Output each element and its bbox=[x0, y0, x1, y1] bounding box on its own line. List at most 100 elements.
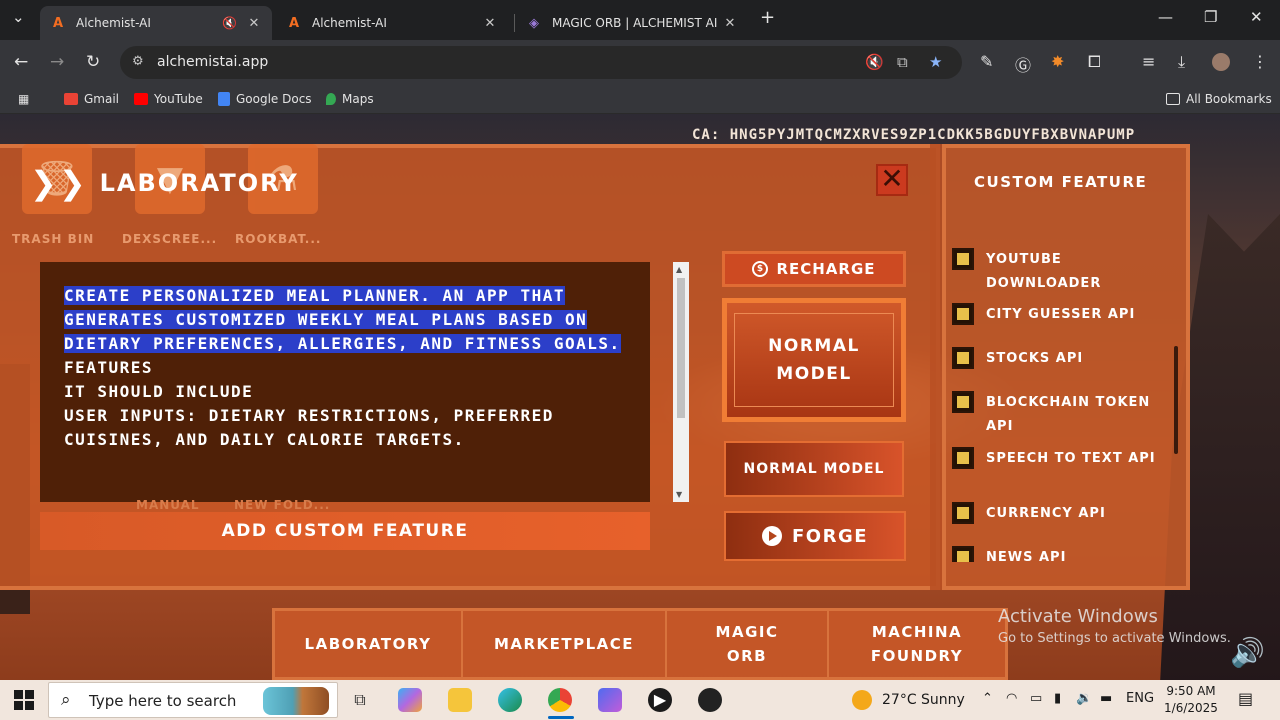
menu-kebab-icon[interactable]: ⋮ bbox=[1252, 52, 1268, 71]
minimize-icon[interactable]: — bbox=[1158, 8, 1173, 26]
show-hidden-icons-icon[interactable]: ⌃ bbox=[982, 691, 993, 706]
custom-feature-scrollbar[interactable] bbox=[1174, 346, 1178, 454]
forward-icon[interactable]: → bbox=[50, 52, 64, 72]
custom-feature-item[interactable]: CITY GUESSER API bbox=[952, 303, 1156, 327]
desktop-app-label[interactable]: TRASH BIN bbox=[12, 232, 94, 246]
battery-icon[interactable]: ▬ bbox=[1100, 691, 1112, 706]
all-bookmarks[interactable]: All Bookmarks bbox=[1166, 92, 1272, 106]
tab-alchemist-active[interactable]: A Alchemist-AI 🔇 ✕ bbox=[40, 6, 272, 40]
close-window-icon[interactable]: ✕ bbox=[1250, 8, 1263, 26]
add-custom-feature-button[interactable]: ADD CUSTOM FEATURE bbox=[40, 512, 650, 550]
nav-magic-orb[interactable]: MAGIC ORB bbox=[667, 611, 827, 677]
normal-model-option[interactable]: NORMAL MODEL bbox=[724, 441, 904, 497]
network-icon[interactable]: ◠ bbox=[1006, 691, 1017, 706]
feature-checkbox[interactable] bbox=[952, 347, 974, 369]
desktop-app-label[interactable]: ROOKBAT... bbox=[235, 232, 321, 246]
meet-now-icon[interactable]: ▭ bbox=[1030, 691, 1042, 706]
feature-label: YOUTUBE DOWNLOADER bbox=[986, 252, 1102, 291]
custom-feature-item[interactable]: NEWS API bbox=[952, 546, 1156, 562]
prompt-textarea[interactable]: CREATE PERSONALIZED MEAL PLANNER. AN APP… bbox=[40, 262, 689, 502]
bookmark-star-icon[interactable]: ★ bbox=[929, 53, 942, 71]
tab-magic-orb[interactable]: ◈ MAGIC ORB | ALCHEMIST AI DO ✕ bbox=[516, 6, 748, 40]
apps-grid-icon[interactable]: ▦ bbox=[18, 92, 29, 106]
speaker-overlay-icon[interactable]: 🔊 bbox=[1230, 636, 1266, 670]
copilot-app-icon[interactable] bbox=[598, 688, 622, 712]
tab-title: MAGIC ORB | ALCHEMIST AI DO bbox=[552, 16, 722, 30]
extensions-puzzle-icon[interactable]: ⧠ bbox=[1088, 52, 1101, 72]
textarea-scrollbar[interactable]: ▲ ▼ bbox=[673, 262, 689, 502]
feature-checkbox[interactable] bbox=[952, 447, 974, 469]
clock-time: 9:50 AM bbox=[1166, 684, 1216, 698]
downloads-icon[interactable]: ⤓ bbox=[1178, 52, 1185, 72]
feature-checkbox[interactable] bbox=[952, 502, 974, 524]
desktop-app-label[interactable]: DEXSCREE... bbox=[122, 232, 217, 246]
bookmark-google-docs[interactable]: Google Docs bbox=[218, 92, 312, 106]
close-laboratory-button[interactable]: ✕ bbox=[876, 164, 908, 196]
profile-avatar[interactable] bbox=[1212, 53, 1230, 71]
browser-tab-bar: ⌄ A Alchemist-AI 🔇 ✕ A Alchemist-AI ✕ ◈ … bbox=[0, 0, 1280, 40]
feature-label: NEWS API bbox=[986, 550, 1067, 562]
bookmark-maps[interactable]: Maps bbox=[326, 92, 374, 106]
bookmark-gmail[interactable]: Gmail bbox=[64, 92, 119, 106]
nav-laboratory[interactable]: LABORATORY bbox=[275, 611, 461, 677]
custom-feature-item[interactable]: SPEECH TO TEXT API bbox=[952, 447, 1156, 471]
install-app-icon[interactable]: ⧉ bbox=[897, 53, 908, 71]
close-tab-icon[interactable]: ✕ bbox=[722, 16, 738, 31]
forge-button[interactable]: FORGE bbox=[724, 511, 906, 561]
close-tab-icon[interactable]: ✕ bbox=[482, 16, 498, 31]
nav-machina-foundry[interactable]: MACHINA FOUNDRY bbox=[829, 611, 1005, 677]
task-view-icon[interactable]: ⧉ bbox=[348, 688, 372, 712]
new-tab-button[interactable]: + bbox=[760, 7, 775, 28]
custom-feature-item[interactable]: BLOCKCHAIN TOKEN API bbox=[952, 391, 1156, 439]
microphone-icon[interactable]: ▮ bbox=[1054, 691, 1061, 706]
tab-search-dropdown-icon[interactable]: ⌄ bbox=[12, 8, 25, 26]
volume-icon[interactable]: 🔉 bbox=[1076, 691, 1092, 706]
media-control-icon[interactable]: ≡ bbox=[1142, 52, 1155, 71]
grammarly-icon[interactable]: Ⓖ bbox=[1015, 52, 1031, 76]
feature-checkbox[interactable] bbox=[952, 391, 974, 413]
windows-start-icon[interactable] bbox=[14, 690, 34, 710]
language-indicator[interactable]: ENG bbox=[1126, 691, 1154, 706]
feature-checkbox[interactable] bbox=[952, 546, 974, 562]
feature-checkbox[interactable] bbox=[952, 303, 974, 325]
bookmark-youtube[interactable]: YouTube bbox=[134, 92, 203, 106]
prompt-text[interactable]: CREATE PERSONALIZED MEAL PLANNER. AN APP… bbox=[64, 284, 634, 452]
recording-app-icon[interactable] bbox=[698, 688, 722, 712]
nav-marketplace[interactable]: MARKETPLACE bbox=[463, 611, 665, 677]
reload-icon[interactable]: ↻ bbox=[86, 52, 100, 72]
bookmark-label: Gmail bbox=[84, 92, 120, 106]
model-selector-button[interactable]: NORMAL MODEL bbox=[722, 298, 906, 422]
alchemist-desktop: CA: HNG5PYJMTQCMZXRVES9ZP1CDKK5BGDUYFBXB… bbox=[0, 114, 1280, 680]
media-player-icon[interactable]: ▶ bbox=[648, 688, 672, 712]
custom-feature-item[interactable]: CURRENCY API bbox=[952, 502, 1156, 526]
close-tab-icon[interactable]: ✕ bbox=[246, 16, 262, 31]
contract-address[interactable]: CA: HNG5PYJMTQCMZXRVES9ZP1CDKK5BGDUYFBXB… bbox=[692, 127, 1135, 143]
address-bar[interactable]: ⚙ alchemistai.app 🔇 ⧉ ★ bbox=[120, 46, 962, 79]
feature-label: CITY GUESSER API bbox=[986, 307, 1136, 322]
file-explorer-icon[interactable] bbox=[448, 688, 472, 712]
tab-alchemist[interactable]: A Alchemist-AI ✕ bbox=[276, 6, 508, 40]
scroll-down-icon[interactable]: ▼ bbox=[676, 490, 682, 499]
extension-spark-icon[interactable]: ✸ bbox=[1051, 52, 1064, 71]
custom-feature-item[interactable]: STOCKS API bbox=[952, 347, 1156, 371]
back-icon[interactable]: ← bbox=[14, 52, 28, 72]
pen-extension-icon[interactable]: ✎ bbox=[980, 52, 993, 71]
site-info-icon[interactable]: ⚙ bbox=[132, 54, 144, 69]
scroll-up-icon[interactable]: ▲ bbox=[676, 265, 682, 274]
feature-checkbox[interactable] bbox=[952, 248, 974, 270]
recharge-button[interactable]: $ RECHARGE bbox=[722, 251, 906, 287]
mute-tab-icon[interactable]: 🔇 bbox=[222, 16, 238, 30]
site-muted-icon[interactable]: 🔇 bbox=[865, 53, 884, 71]
notification-center-icon[interactable]: ▤ bbox=[1238, 689, 1253, 708]
taskbar-search-box[interactable]: ⌕ Type here to search bbox=[48, 682, 338, 718]
edge-icon[interactable] bbox=[498, 688, 522, 712]
tab-separator bbox=[514, 14, 515, 32]
clock[interactable]: 9:50 AM 1/6/2025 bbox=[1158, 683, 1224, 717]
restore-icon[interactable]: ❐ bbox=[1204, 8, 1217, 26]
custom-feature-item[interactable]: YOUTUBE DOWNLOADER bbox=[952, 248, 1156, 296]
scrollbar-thumb[interactable] bbox=[677, 278, 685, 418]
url-text[interactable]: alchemistai.app bbox=[157, 54, 268, 70]
weather-widget[interactable]: 27°C Sunny bbox=[852, 690, 965, 710]
chrome-icon[interactable] bbox=[548, 688, 572, 712]
copilot-icon[interactable] bbox=[398, 688, 422, 712]
